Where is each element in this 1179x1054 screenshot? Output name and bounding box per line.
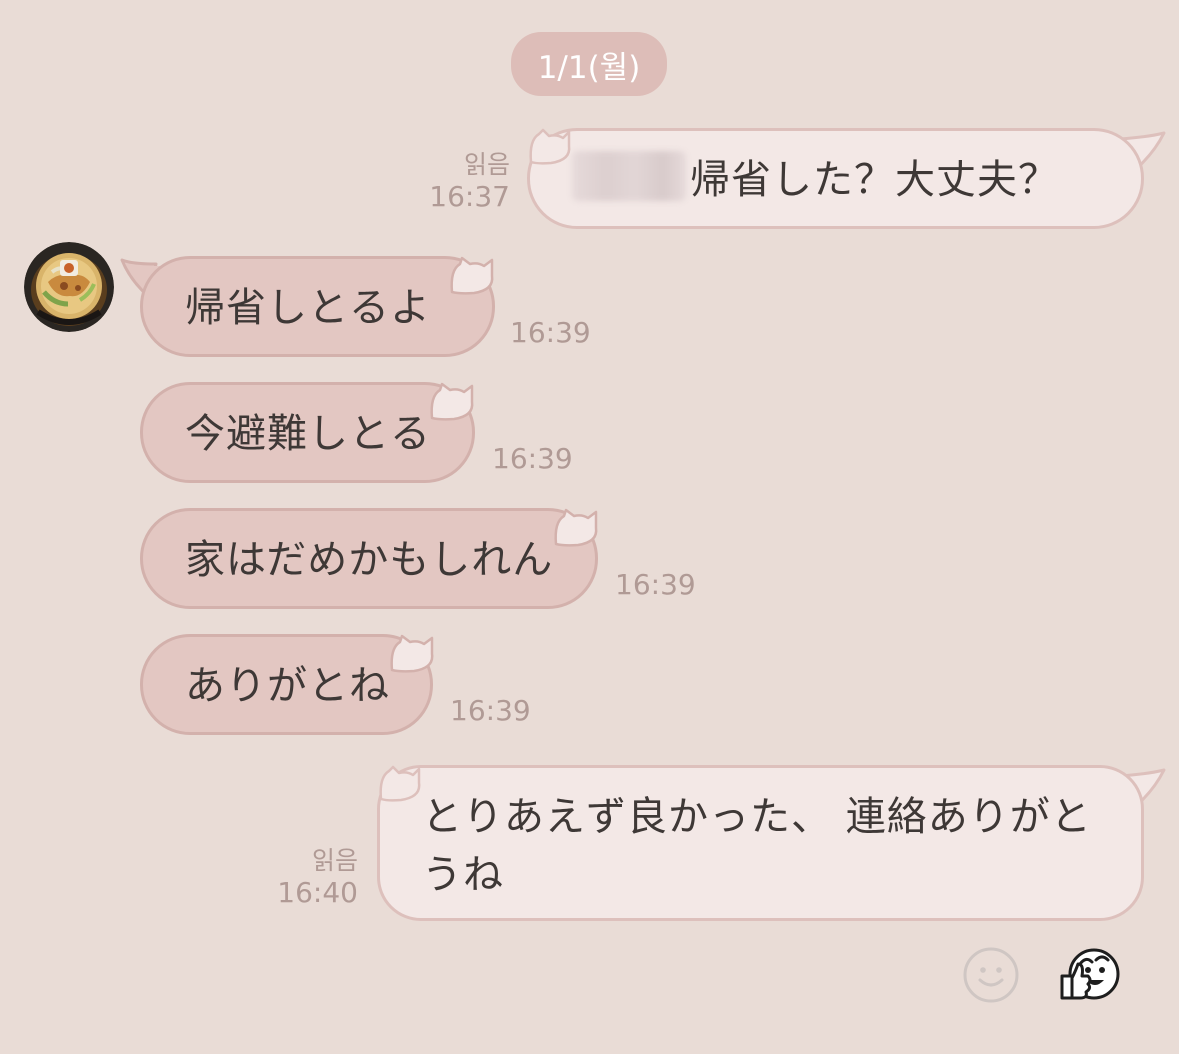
message-text: 家はだめかもしれん — [185, 537, 554, 583]
message-time: 16:40 — [277, 876, 358, 909]
message-text: ありがとね — [185, 663, 390, 709]
message-text: 今避難しとる — [185, 411, 431, 457]
cat-ear-decoration — [379, 765, 421, 802]
message-time: 16:39 — [510, 316, 591, 349]
message-text-line: うね — [422, 852, 504, 898]
message-time: 16:39 — [450, 694, 531, 727]
message-text: 帰省しとるよ — [185, 285, 431, 331]
read-receipt: 읽음 — [463, 150, 510, 179]
cat-ear-decoration — [390, 634, 434, 673]
message-text-line: とりあえず良かった、 連絡ありがと — [422, 794, 1092, 840]
message-time: 16:39 — [615, 568, 696, 601]
thumbs-up-sticker-icon[interactable] — [1056, 946, 1122, 1006]
cat-ear-decoration — [450, 256, 494, 295]
read-receipt: 읽음 — [311, 846, 358, 875]
date-divider: 1/1(월) — [511, 32, 667, 96]
message-time: 16:37 — [429, 180, 510, 213]
blurred-name — [572, 151, 686, 201]
smiley-icon[interactable] — [962, 946, 1020, 1004]
ramen-bowl-avatar-icon — [24, 242, 114, 332]
cat-ear-decoration — [529, 128, 571, 165]
message-text: 帰省した？大丈夫？ — [690, 157, 1059, 203]
cat-ear-decoration — [430, 382, 474, 421]
message-meta: 읽음 16:37 — [410, 150, 510, 214]
message-time: 16:39 — [492, 442, 573, 475]
contact-avatar[interactable] — [24, 242, 114, 332]
cat-ear-decoration — [554, 508, 598, 547]
message-meta: 읽음 16:40 — [258, 846, 358, 910]
